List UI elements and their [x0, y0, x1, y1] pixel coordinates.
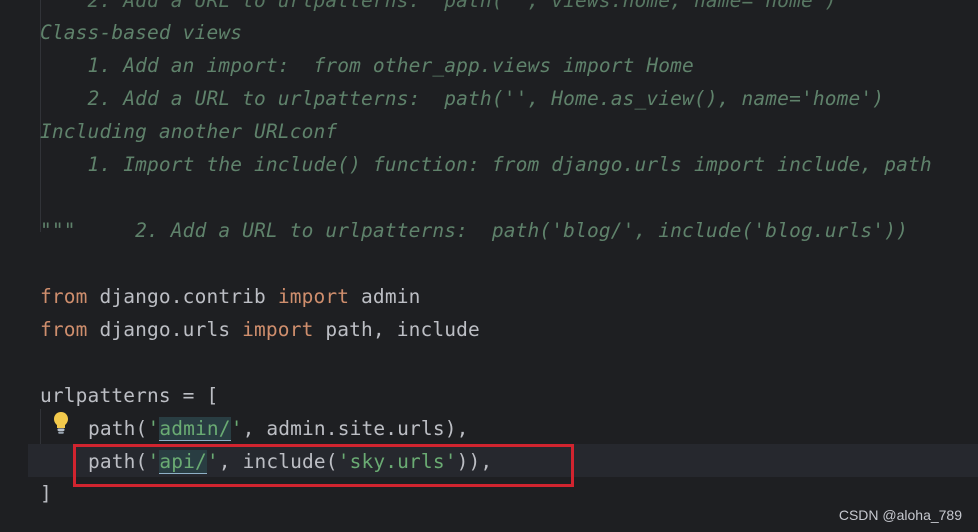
module-name: django.urls: [99, 318, 231, 341]
code-line-import-admin[interactable]: from django.contrib import admin: [40, 280, 421, 313]
imported-names: admin: [361, 285, 421, 308]
editor-gutter: [0, 0, 28, 532]
keyword-from: from: [40, 285, 88, 308]
keyword-import: import: [242, 318, 314, 341]
code-line-docstring-end[interactable]: """: [40, 214, 76, 247]
code-line-docstring-4[interactable]: Including another URLconf: [40, 115, 337, 148]
keyword-from: from: [40, 318, 88, 341]
module-name: django.contrib: [99, 285, 266, 308]
code-line-import-path[interactable]: from django.urls import path, include: [40, 313, 480, 346]
lightbulb-icon[interactable]: [53, 411, 69, 437]
code-line-docstring-1[interactable]: Class-based views: [40, 16, 242, 49]
path-args: , admin.site.urls),: [242, 417, 469, 440]
path-call: path(: [88, 417, 148, 440]
code-line-docstring-2[interactable]: 1. Add an import: from other_app.views i…: [40, 49, 694, 82]
string-quote: ': [230, 417, 243, 440]
code-line-docstring-6[interactable]: 2. Add a URL to urlpatterns: path('blog/…: [40, 181, 908, 242]
string-quote: ': [147, 417, 160, 440]
code-line-urlpatterns-open[interactable]: urlpatterns = [: [40, 379, 218, 412]
highlight-annotation-box: [73, 444, 574, 487]
code-line-docstring-3[interactable]: 2. Add a URL to urlpatterns: path('', Ho…: [40, 82, 885, 115]
route-string-admin: admin/: [159, 417, 231, 441]
docstring-text: 2. Add a URL to urlpatterns: path('blog/…: [87, 219, 908, 242]
code-editor[interactable]: 2. Add a URL to urlpatterns: path('', vi…: [0, 0, 978, 532]
code-line-urlpatterns-close[interactable]: ]: [40, 477, 52, 510]
code-line-docstring-5[interactable]: 1. Import the include() function: from d…: [40, 148, 932, 181]
code-line-cutoff[interactable]: 2. Add a URL to urlpatterns: path('', vi…: [40, 0, 837, 17]
imported-names: path, include: [325, 318, 480, 341]
watermark-text: CSDN @aloha_789: [838, 507, 962, 523]
keyword-import: import: [277, 285, 350, 308]
code-line-admin-path[interactable]: path('admin/', admin.site.urls),: [88, 412, 469, 445]
